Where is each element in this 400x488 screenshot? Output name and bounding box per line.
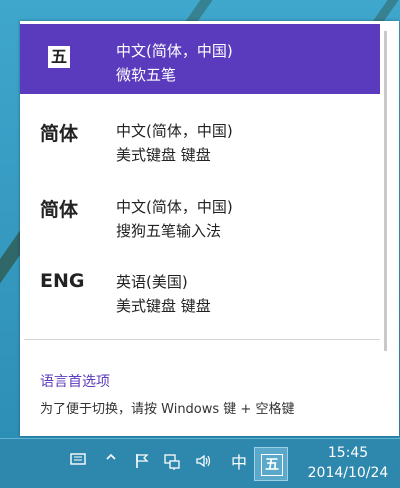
input-method-flyout: 五 中文(简体，中国) 微软五笔 简体 中文(简体，中国) 美式键盘 键盘 简体…: [20, 21, 399, 436]
ime-layout: 美式键盘 键盘: [116, 297, 211, 315]
taskbar: 中 五 15:45 2014/10/24: [0, 438, 400, 488]
ime-layout: 微软五笔: [116, 66, 177, 84]
switch-hint: 为了便于切换，请按 Windows 键 + 空格键: [40, 402, 295, 417]
action-center-icon[interactable]: [68, 453, 88, 473]
clock[interactable]: 15:45 2014/10/24: [296, 443, 400, 483]
clock-date: 2014/10/24: [307, 465, 389, 481]
ime-item-sogou-wubi[interactable]: 简体 中文(简体，中国) 搜狗五笔输入法: [20, 180, 380, 250]
ime-language: 中文(简体，中国): [116, 122, 233, 140]
flag-icon[interactable]: [132, 453, 152, 473]
ime-indicator: 五: [48, 46, 70, 68]
ime-language: 中文(简体，中国): [116, 198, 233, 216]
language-indicator[interactable]: 中: [228, 452, 250, 474]
ime-indicator: 简体: [40, 123, 79, 145]
ime-item-us-keyboard[interactable]: 简体 中文(简体，中国) 美式键盘 键盘: [20, 104, 380, 174]
clock-time: 15:45: [327, 445, 369, 461]
language-preferences-link[interactable]: 语言首选项: [40, 371, 110, 391]
ime-item-english[interactable]: ENG 英语(美国) 美式键盘 键盘: [20, 255, 380, 325]
ime-language: 英语(美国): [116, 273, 188, 291]
ime-layout: 搜狗五笔输入法: [116, 222, 222, 240]
ime-indicator: ENG: [40, 270, 85, 292]
ime-item-wubi[interactable]: 五 中文(简体，中国) 微软五笔: [20, 24, 380, 94]
show-hidden-icons-chevron-icon[interactable]: [101, 453, 121, 473]
volume-icon[interactable]: [194, 453, 214, 473]
ime-mode-button[interactable]: 五: [254, 447, 288, 481]
ime-mode-icon: 五: [261, 454, 283, 476]
ime-language: 中文(简体，中国): [116, 42, 233, 60]
network-icon[interactable]: [162, 453, 182, 473]
ime-indicator: 简体: [40, 199, 79, 221]
ime-layout: 美式键盘 键盘: [116, 146, 211, 164]
scrollbar[interactable]: [384, 31, 387, 351]
divider: [24, 339, 380, 340]
